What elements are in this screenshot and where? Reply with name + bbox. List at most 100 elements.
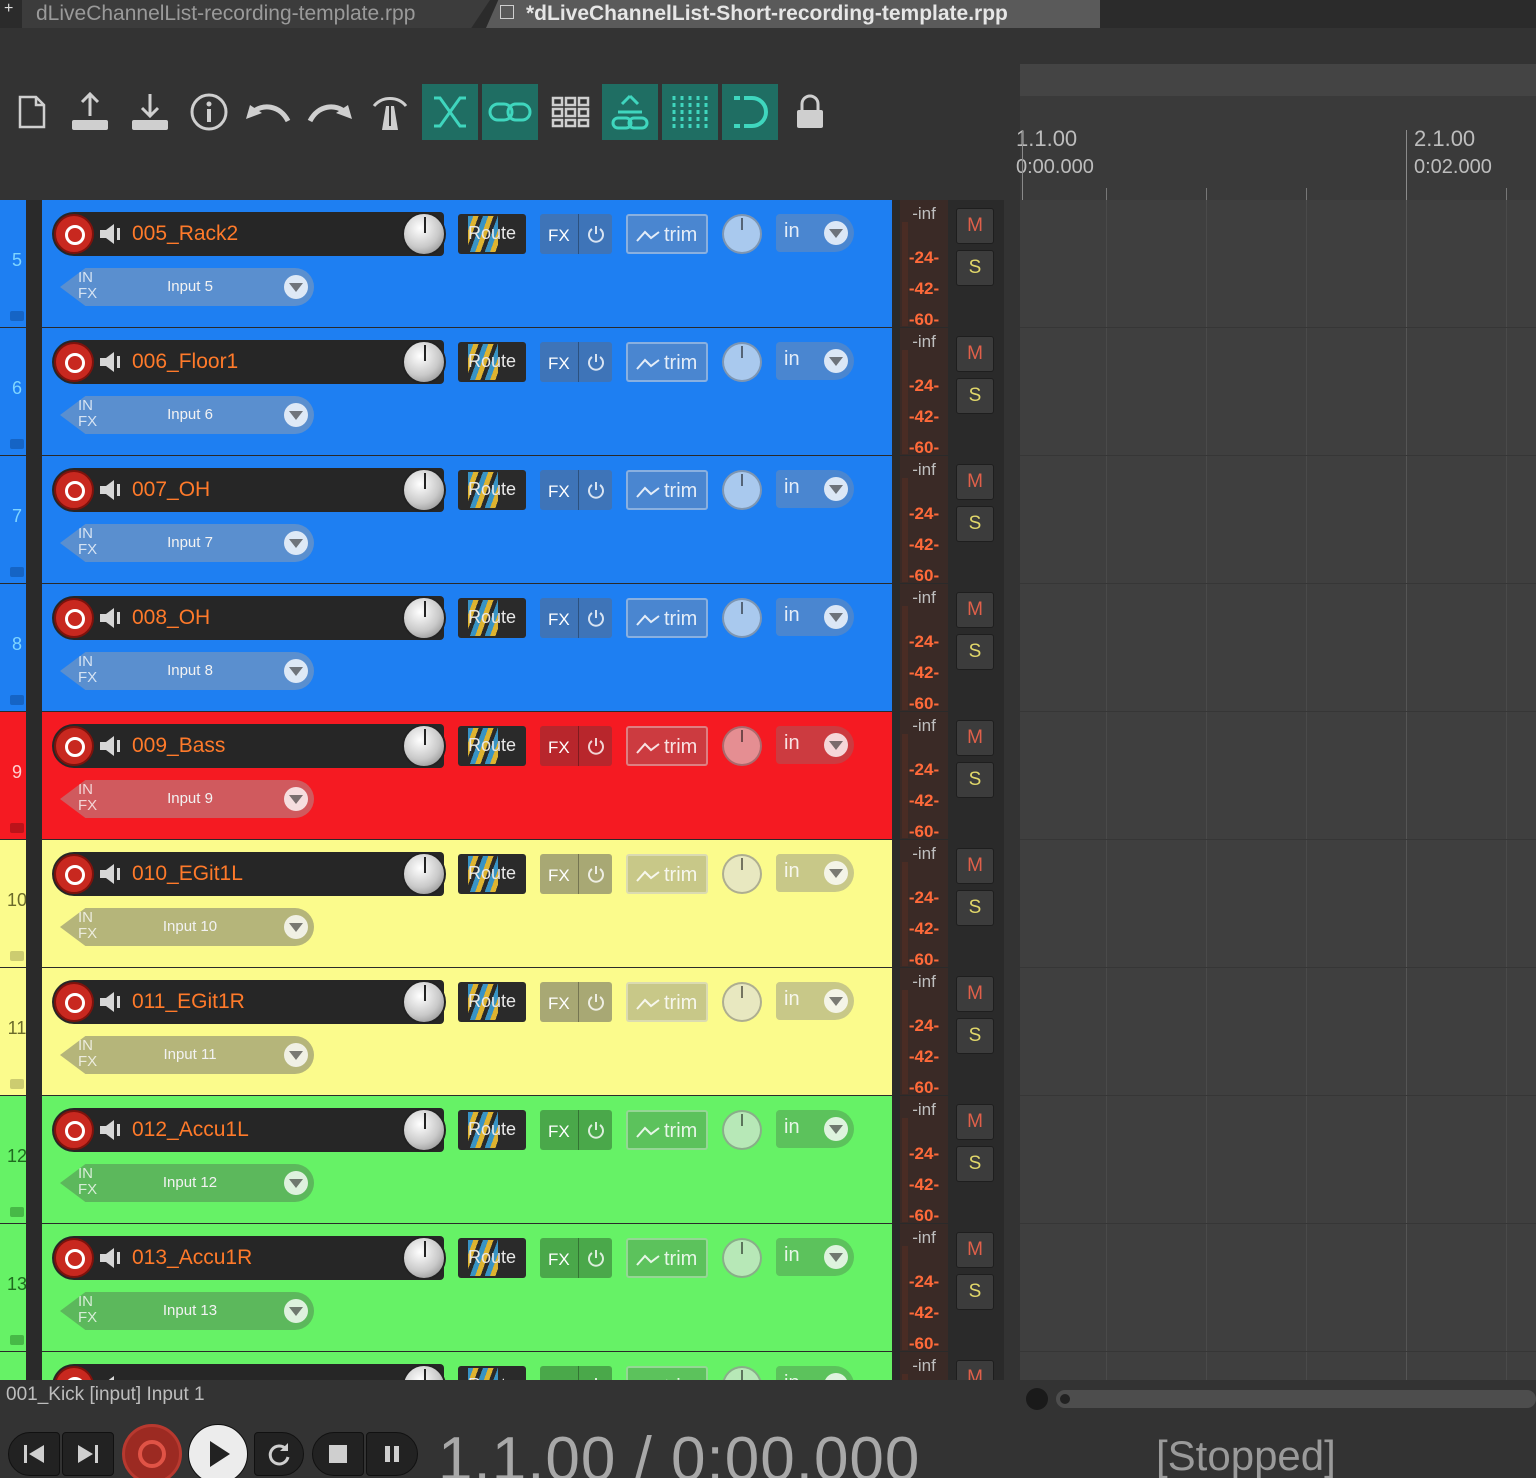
input-mode-dropdown[interactable]: in [776, 1366, 854, 1380]
track-number-strip[interactable]: 5 [0, 200, 34, 328]
fx-bypass-button[interactable] [578, 854, 612, 894]
ripple-edit-icon[interactable] [602, 84, 658, 140]
project-tab-2[interactable]: *dLiveChannelList-Short-recording-templa… [486, 0, 1100, 28]
pan-knob[interactable] [722, 982, 762, 1022]
route-button[interactable]: Route [458, 598, 526, 638]
pan-knob[interactable] [722, 598, 762, 638]
track-row[interactable]: 5 005_Rack2 Route FX trim in IN FX Input… [0, 200, 1004, 329]
mute-button[interactable]: M [956, 720, 994, 756]
metronome-icon[interactable] [362, 84, 418, 140]
transport-clock[interactable]: 1.1.00 / 0:00.000 [438, 1424, 920, 1478]
pause-button[interactable] [366, 1432, 418, 1476]
volume-knob[interactable] [402, 212, 446, 256]
fx-button[interactable]: FX [540, 470, 612, 510]
fx-button[interactable]: FX [540, 854, 612, 894]
speaker-icon[interactable] [98, 734, 124, 758]
close-icon[interactable] [500, 5, 514, 20]
level-meter[interactable]: -inf -24- -42- -60- [900, 1096, 948, 1225]
input-mode-dropdown[interactable]: in [776, 598, 854, 636]
solo-button[interactable]: S [956, 1146, 994, 1182]
fx-bypass-button[interactable] [578, 726, 612, 766]
fx-bypass-button[interactable] [578, 598, 612, 638]
track-row[interactable]: 13 013_Accu1R Route FX trim in IN FX Inp… [0, 1224, 1004, 1353]
track-header[interactable]: 009_Bass Route FX trim in IN FX Input 9 [42, 712, 892, 839]
speaker-icon[interactable] [98, 1246, 124, 1270]
fx-bypass-button[interactable] [578, 982, 612, 1022]
fx-button[interactable]: FX [540, 342, 612, 382]
arrange-view[interactable] [1020, 200, 1536, 1380]
trim-button[interactable]: trim [626, 1238, 708, 1278]
track-number-strip[interactable]: 8 [0, 584, 34, 712]
record-arm-button[interactable] [54, 726, 94, 766]
track-number-strip[interactable]: 7 [0, 456, 34, 584]
track-header[interactable]: 008_OH Route FX trim in IN FX Input 8 [42, 584, 892, 711]
fx-bypass-button[interactable] [578, 470, 612, 510]
horizontal-scrollbar[interactable] [1020, 1386, 1536, 1412]
folder-icon[interactable] [10, 823, 24, 833]
input-fx-selector[interactable]: IN FX Input 9 [60, 780, 314, 818]
track-header[interactable]: 013_Accu1R Route FX trim in IN FX Input … [42, 1224, 892, 1351]
level-meter[interactable]: -inf -24- -42- -60- [900, 328, 948, 457]
trim-button[interactable]: trim [626, 214, 708, 254]
mute-button[interactable]: M [956, 1360, 994, 1380]
folder-icon[interactable] [10, 311, 24, 321]
mute-button[interactable]: M [956, 208, 994, 244]
track-name[interactable]: 012_Accu1L [132, 1118, 249, 1142]
mute-button[interactable]: M [956, 976, 994, 1012]
route-button[interactable]: Route [458, 342, 526, 382]
record-arm-button[interactable] [54, 342, 94, 382]
project-tab-1[interactable]: dLiveChannelList-recording-template.rpp [22, 0, 490, 28]
route-button[interactable]: Route [458, 982, 526, 1022]
fx-bypass-button[interactable] [578, 342, 612, 382]
mute-button[interactable]: M [956, 336, 994, 372]
track-header[interactable]: Route FX trim in INFX [42, 1352, 892, 1380]
volume-knob[interactable] [402, 340, 446, 384]
fx-bypass-button[interactable] [578, 214, 612, 254]
input-fx-tag[interactable]: IN FX [78, 1166, 97, 1198]
zoom-button[interactable] [1026, 1388, 1048, 1410]
route-button[interactable]: Route [458, 1110, 526, 1150]
new-tab-button[interactable]: + [4, 0, 13, 18]
input-mode-dropdown[interactable]: in [776, 726, 854, 764]
track-number-strip[interactable]: 6 [0, 328, 34, 456]
track-header[interactable]: 005_Rack2 Route FX trim in IN FX Input 5 [42, 200, 892, 327]
input-fx-selector[interactable]: IN FX Input 6 [60, 396, 314, 434]
pan-knob[interactable] [722, 342, 762, 382]
input-fx-selector[interactable]: IN FX Input 11 [60, 1036, 314, 1074]
input-fx-tag[interactable]: IN FX [78, 910, 97, 942]
track-name[interactable]: 005_Rack2 [132, 222, 238, 246]
folder-icon[interactable] [10, 951, 24, 961]
link-icon[interactable] [482, 84, 538, 140]
fx-button[interactable]: FX [540, 1366, 612, 1380]
level-meter[interactable]: -inf -24- -42- -60- [900, 712, 948, 841]
input-mode-dropdown[interactable]: in [776, 854, 854, 892]
fx-bypass-button[interactable] [578, 1366, 612, 1380]
track-name[interactable]: 008_OH [132, 606, 210, 630]
input-fx-selector[interactable]: IN FX Input 5 [60, 268, 314, 306]
record-arm-button[interactable] [54, 982, 94, 1022]
repeat-button[interactable] [254, 1432, 304, 1476]
track-header[interactable]: 011_EGit1R Route FX trim in IN FX Input … [42, 968, 892, 1095]
input-fx-tag[interactable]: IN FX [78, 526, 97, 558]
folder-icon[interactable] [10, 567, 24, 577]
input-mode-dropdown[interactable]: in [776, 1238, 854, 1276]
record-arm-button[interactable] [54, 854, 94, 894]
track-name[interactable]: 006_Floor1 [132, 350, 238, 374]
track-row[interactable]: 8 008_OH Route FX trim in IN FX Input 8 … [0, 584, 1004, 713]
track-name[interactable]: 011_EGit1R [132, 990, 245, 1014]
fx-bypass-button[interactable] [578, 1110, 612, 1150]
track-row[interactable]: 11 011_EGit1R Route FX trim in IN FX Inp… [0, 968, 1004, 1097]
undo-icon[interactable] [240, 84, 296, 140]
pan-knob[interactable] [722, 470, 762, 510]
scrollbar-track[interactable] [1056, 1390, 1536, 1408]
record-button[interactable] [122, 1424, 182, 1478]
track-row[interactable]: 9 009_Bass Route FX trim in IN FX Input … [0, 712, 1004, 841]
speaker-icon[interactable] [98, 478, 124, 502]
speaker-icon[interactable] [98, 350, 124, 374]
input-fx-selector[interactable]: IN FX Input 7 [60, 524, 314, 562]
lock-icon[interactable] [782, 84, 838, 140]
solo-button[interactable]: S [956, 1274, 994, 1310]
track-header[interactable]: 012_Accu1L Route FX trim in IN FX Input … [42, 1096, 892, 1223]
track-header[interactable]: 010_EGit1L Route FX trim in IN FX Input … [42, 840, 892, 967]
fx-bypass-button[interactable] [578, 1238, 612, 1278]
